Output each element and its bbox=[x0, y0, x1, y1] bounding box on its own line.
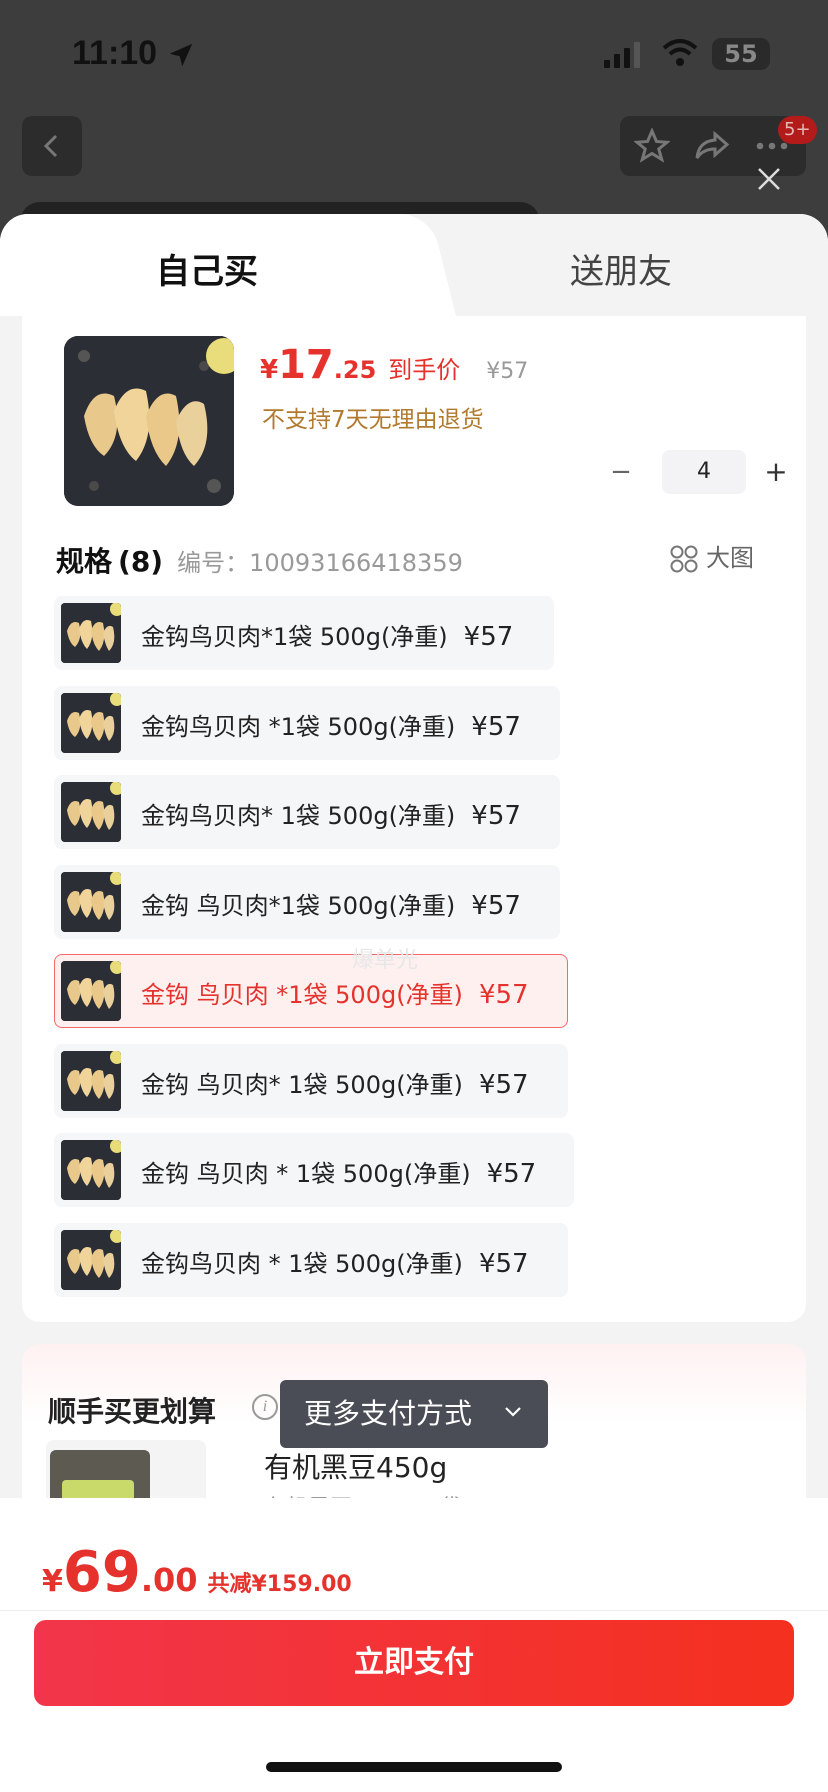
total-decimal: .00 bbox=[140, 1561, 198, 1599]
share-icon[interactable] bbox=[694, 128, 730, 164]
whelk-meat-image bbox=[64, 336, 234, 506]
checkout-bar: ¥69.00 共减¥159.00 立即支付 bbox=[0, 1498, 828, 1792]
total-currency: ¥ bbox=[42, 1564, 63, 1599]
spec-option-name: 金钩 鸟贝肉 *1袋 500g(净重) bbox=[141, 981, 463, 1009]
spec-title: 规格 bbox=[56, 545, 113, 578]
addon-title: 顺手买更划算 bbox=[48, 1395, 217, 1428]
spec-option-label: 金钩鸟贝肉 *1袋 500g(净重) ¥57 bbox=[141, 707, 521, 742]
spec-option-label: 金钩 鸟贝肉*1袋 500g(净重) ¥57 bbox=[141, 886, 521, 921]
spec-option-label: 金钩 鸟贝肉 *1袋 500g(净重) ¥57 bbox=[141, 975, 529, 1010]
increase-button[interactable]: + bbox=[758, 450, 794, 494]
spec-option-thumbnail bbox=[61, 1051, 121, 1111]
spec-option-name: 金钩 鸟贝肉 * 1袋 500g(净重) bbox=[141, 1160, 471, 1188]
spec-option-label: 金钩鸟贝肉 * 1袋 500g(净重) ¥57 bbox=[141, 1244, 529, 1279]
price-integer: 17 bbox=[278, 342, 334, 388]
decrease-button[interactable]: − bbox=[606, 450, 636, 494]
spec-option-name: 金钩鸟贝肉* 1袋 500g(净重) bbox=[141, 802, 456, 830]
spec-option-thumbnail bbox=[61, 872, 121, 932]
spec-option-price: ¥57 bbox=[478, 980, 529, 1010]
battery-icon: 55 bbox=[712, 38, 770, 70]
star-icon[interactable] bbox=[634, 128, 670, 164]
price-currency: ¥ bbox=[260, 355, 279, 385]
spec-option-name: 金钩鸟贝肉*1袋 500g(净重) bbox=[141, 623, 448, 651]
spec-option-label: 金钩 鸟贝肉 * 1袋 500g(净重) ¥57 bbox=[141, 1154, 536, 1189]
status-bar: 11:10 55 bbox=[0, 0, 828, 110]
spec-option-thumbnail bbox=[61, 1230, 121, 1290]
spec-option[interactable]: 金钩 鸟贝肉* 1袋 500g(净重) ¥57 bbox=[54, 1044, 568, 1118]
back-button[interactable] bbox=[22, 116, 82, 176]
grid-icon bbox=[670, 545, 698, 573]
total-price: ¥69.00 共减¥159.00 bbox=[42, 1540, 352, 1605]
home-indicator bbox=[266, 1762, 562, 1772]
spec-option-label: 金钩鸟贝肉*1袋 500g(净重) ¥57 bbox=[141, 617, 513, 652]
spec-option-price: ¥57 bbox=[486, 1159, 537, 1189]
spec-option-label: 金钩 鸟贝肉* 1袋 500g(净重) ¥57 bbox=[141, 1065, 529, 1100]
product-card: ¥17.25 到手价 ¥57 不支持7天无理由退货 − 4 + 规格 (8) 编号：10… bbox=[22, 316, 806, 1322]
spec-option-thumbnail bbox=[61, 961, 121, 1021]
spec-option-price: ¥57 bbox=[478, 1070, 529, 1100]
spec-option-thumbnail bbox=[61, 1140, 121, 1200]
chevron-down-icon bbox=[505, 1407, 521, 1417]
spec-count: (8) bbox=[118, 545, 164, 578]
divider bbox=[0, 1610, 828, 1611]
watermark: 爆单光 bbox=[352, 948, 419, 973]
total-saving: 共减¥159.00 bbox=[207, 1572, 352, 1597]
spec-option-name: 金钩 鸟贝肉* 1袋 500g(净重) bbox=[141, 1071, 463, 1099]
spec-option[interactable]: 金钩鸟贝肉 * 1袋 500g(净重) ¥57 bbox=[54, 1223, 568, 1297]
quantity-value[interactable]: 4 bbox=[662, 450, 746, 494]
spec-option[interactable]: 金钩 鸟贝肉 *1袋 500g(净重) ¥57 bbox=[54, 954, 568, 1028]
addon-item-name[interactable]: 有机黑豆450g bbox=[264, 1446, 447, 1486]
spec-option-label: 金钩鸟贝肉* 1袋 500g(净重) ¥57 bbox=[141, 796, 521, 831]
tab-send-to-friend[interactable]: 送朋友 bbox=[570, 244, 672, 293]
cellular-signal-icon bbox=[604, 42, 640, 68]
spec-option-thumbnail bbox=[61, 603, 121, 663]
spec-number-label: 编号： bbox=[177, 549, 250, 577]
price-decimal: .25 bbox=[333, 356, 377, 384]
more-payment-methods-button[interactable]: 更多支付方式 bbox=[280, 1380, 548, 1448]
final-price-label: 到手价 bbox=[388, 356, 461, 384]
spec-option-name: 金钩 鸟贝肉*1袋 500g(净重) bbox=[141, 892, 456, 920]
spec-header: 规格 (8) 编号：10093166418359 bbox=[56, 540, 463, 580]
wifi-icon bbox=[662, 39, 698, 66]
spec-option-price: ¥57 bbox=[463, 622, 514, 652]
return-policy-note: 不支持7天无理由退货 bbox=[262, 407, 484, 433]
spec-option-price: ¥57 bbox=[471, 712, 521, 742]
total-integer: 69 bbox=[62, 1540, 141, 1605]
chevron-left-icon bbox=[43, 134, 58, 158]
price-line: ¥17.25 到手价 ¥57 bbox=[260, 342, 528, 388]
close-icon[interactable] bbox=[756, 166, 782, 192]
spec-option-price: ¥57 bbox=[478, 1249, 529, 1279]
original-price: ¥57 bbox=[486, 359, 529, 384]
spec-option-price: ¥57 bbox=[471, 891, 521, 921]
spec-option[interactable]: 金钩鸟贝肉* 1袋 500g(净重) ¥57 bbox=[54, 775, 560, 849]
spec-number: 10093166418359 bbox=[249, 549, 463, 577]
spec-option[interactable]: 金钩 鸟贝肉 * 1袋 500g(净重) ¥57 bbox=[54, 1133, 574, 1207]
spec-option[interactable]: 金钩鸟贝肉*1袋 500g(净重) ¥57 bbox=[54, 596, 554, 670]
tab-buy-for-self[interactable]: 自己买 bbox=[156, 244, 258, 293]
spec-option[interactable]: 金钩 鸟贝肉*1袋 500g(净重) ¥57 bbox=[54, 865, 560, 939]
product-image[interactable] bbox=[64, 336, 234, 506]
more-payment-label: 更多支付方式 bbox=[304, 1397, 473, 1430]
big-image-toggle[interactable]: 大图 bbox=[670, 538, 754, 573]
info-icon[interactable]: i bbox=[252, 1394, 278, 1420]
tab-bar: 自己买 送朋友 bbox=[0, 214, 828, 316]
location-arrow-icon bbox=[169, 43, 193, 67]
big-image-label: 大图 bbox=[706, 544, 754, 572]
spec-option[interactable]: 金钩鸟贝肉 *1袋 500g(净重) ¥57 bbox=[54, 686, 560, 760]
notification-badge: 5+ bbox=[778, 116, 817, 144]
spec-option-thumbnail bbox=[61, 693, 121, 753]
spec-option-price: ¥57 bbox=[471, 801, 521, 831]
spec-option-thumbnail bbox=[61, 782, 121, 842]
pay-now-button[interactable]: 立即支付 bbox=[34, 1620, 794, 1706]
status-time: 11:10 bbox=[72, 34, 158, 72]
spec-option-name: 金钩鸟贝肉 *1袋 500g(净重) bbox=[141, 713, 456, 741]
spec-option-name: 金钩鸟贝肉 * 1袋 500g(净重) bbox=[141, 1250, 463, 1278]
